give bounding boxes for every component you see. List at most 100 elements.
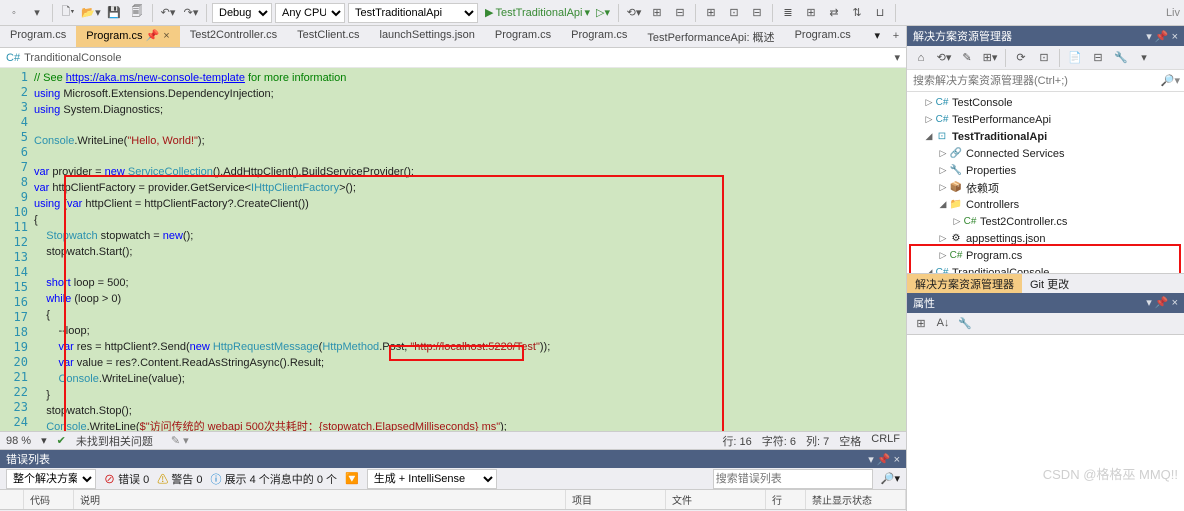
az-icon[interactable]: A↓ — [933, 313, 953, 333]
tab-program0[interactable]: Program.cs — [0, 26, 76, 47]
document-tabs: Program.cs Program.cs 📌× Test2Controller… — [0, 26, 906, 48]
wrench-icon[interactable]: 🔧 — [1111, 48, 1131, 68]
save-icon[interactable]: 💾 — [104, 3, 124, 23]
tb-ic4[interactable]: ⊞ — [701, 3, 721, 23]
tab-program5[interactable]: Program.cs — [561, 26, 637, 47]
sol-toolbar: ⌂ ⟲▾ ✎ ⊞▾ ⟳ ⊡ 📄 ⊟ 🔧 ▾ — [907, 46, 1184, 70]
tn-connected[interactable]: ▷🔗Connected Services — [907, 145, 1184, 162]
crumb-project[interactable]: TranditionalConsole — [24, 52, 121, 64]
tb-ic8[interactable]: ⊞ — [801, 3, 821, 23]
tb-ic5[interactable]: ⊡ — [724, 3, 744, 23]
tab-testclient[interactable]: TestClient.cs — [287, 26, 369, 47]
tn-properties[interactable]: ▷🔧Properties — [907, 162, 1184, 179]
tb-ic1[interactable]: ⟲▾ — [624, 3, 644, 23]
warn-count[interactable]: ⚠ 警告 0 — [157, 471, 202, 487]
code-body[interactable]: // See https://aka.ms/new-console-templa… — [34, 68, 906, 431]
err-search-input[interactable] — [713, 469, 873, 489]
sol-ic5[interactable]: ⊡ — [1034, 48, 1054, 68]
undo-icon[interactable]: ↶▾ — [158, 3, 178, 23]
sol-ic2[interactable]: ✎ — [957, 48, 977, 68]
start-button[interactable]: ▶ TestTraditionalApi ▾ — [485, 6, 590, 19]
tab-perf[interactable]: TestPerformanceApi: 概述 — [637, 26, 784, 47]
live-share[interactable]: Liv — [1166, 7, 1180, 19]
startup-select[interactable]: TestTraditionalApi — [348, 3, 478, 23]
tn-appsett[interactable]: ▷⚙appsettings.json — [907, 230, 1184, 247]
editor-status: 98 % ▾ ✔ 未找到相关问题 ✎ ▾ 行: 16 字符: 6 列: 7 空格… — [0, 431, 906, 449]
sol-ic6[interactable]: 📄 — [1065, 48, 1085, 68]
tn-test2[interactable]: ▷C#Test2Controller.cs — [907, 213, 1184, 230]
pin-icon[interactable]: ▾ 📌 × — [1146, 296, 1178, 309]
tab-program4[interactable]: Program.cs — [485, 26, 561, 47]
search-dd-icon[interactable]: 🔎▾ — [881, 472, 900, 485]
issues-text: 未找到相关问题 — [76, 433, 153, 449]
status-line: 行: 16 — [722, 433, 751, 449]
tb-ic9[interactable]: ⇄ — [824, 3, 844, 23]
error-list-header: 错误列表 ▾ 📌 × — [0, 450, 906, 468]
tb-ic10[interactable]: ⇅ — [847, 3, 867, 23]
status-space: 空格 — [839, 433, 861, 449]
pin-icon[interactable]: ▾ 📌 × — [1146, 30, 1178, 43]
tn-deps[interactable]: ▷📦依赖项 — [907, 179, 1184, 196]
tb-ic6[interactable]: ⊟ — [747, 3, 767, 23]
sol-ic1[interactable]: ⟲▾ — [934, 48, 954, 68]
tab-program7[interactable]: Program.cs — [785, 26, 861, 47]
status-col: 列: 7 — [806, 433, 829, 449]
sol-ic3[interactable]: ⊞▾ — [980, 48, 1000, 68]
tn-testconsole[interactable]: ▷C#TestConsole — [907, 94, 1184, 111]
platform-select[interactable]: Any CPU — [275, 3, 345, 23]
props-header: 属性 ▾ 📌 × — [907, 293, 1184, 313]
nav-fwd-icon[interactable]: ▾ — [27, 3, 47, 23]
tn-trand[interactable]: ◢C#TranditionalConsole — [907, 264, 1184, 273]
err-scope-select[interactable]: 整个解决方案 — [6, 469, 96, 489]
tn-prog1[interactable]: ▷C#Program.cs — [907, 247, 1184, 264]
sol-header: 解决方案资源管理器 ▾ 📌 × — [907, 26, 1184, 46]
tb-ic2[interactable]: ⊞ — [647, 3, 667, 23]
tn-testperf[interactable]: ▷C#TestPerformanceApi — [907, 111, 1184, 128]
cat-icon[interactable]: ⊞ — [911, 313, 931, 333]
tb-ic7[interactable]: ≣ — [778, 3, 798, 23]
tab-test2ctrl[interactable]: Test2Controller.cs — [180, 26, 287, 47]
tn-testtrad[interactable]: ◢⊡TestTraditionalApi — [907, 128, 1184, 145]
crumb-dd[interactable]: ▾ — [894, 51, 900, 64]
sol-tab-git[interactable]: Git 更改 — [1022, 274, 1077, 293]
error-list-panel: 错误列表 ▾ 📌 × 整个解决方案 ⊘ 错误 0 ⚠ 警告 0 ⓘ 展示 4 个… — [0, 449, 906, 511]
line-gutter: 1234567891011121314151617181920212223242… — [0, 68, 34, 431]
close-icon[interactable]: × — [163, 30, 169, 42]
pin-icon[interactable]: ▾ 📌 × — [868, 453, 900, 466]
wrench-icon[interactable]: 🔧 — [955, 313, 975, 333]
start-no-debug-icon[interactable]: ▷▾ — [593, 3, 613, 23]
tab-overflow-icon[interactable]: ▾ — [868, 26, 886, 47]
tb-ic11[interactable]: ⊔ — [870, 3, 890, 23]
code-editor[interactable]: 1234567891011121314151617181920212223242… — [0, 68, 906, 431]
props-toolbar: ⊞ A↓ 🔧 — [907, 313, 1184, 335]
open-icon[interactable]: 📂▾ — [81, 3, 101, 23]
config-select[interactable]: Debug — [212, 3, 272, 23]
tab-program1[interactable]: Program.cs 📌× — [76, 26, 179, 47]
err-col-headers: 代码 说明 项目 文件 行 禁止显示状态 — [0, 490, 906, 510]
new-icon[interactable]: 🗋▾ — [58, 3, 78, 23]
redo-icon[interactable]: ↷▾ — [181, 3, 201, 23]
sol-bottom-tabs: 解决方案资源管理器 Git 更改 — [907, 273, 1184, 293]
tb-ic3[interactable]: ⊟ — [670, 3, 690, 23]
save-all-icon[interactable]: 🗐 — [127, 3, 147, 23]
msg-count[interactable]: ⓘ 展示 4 个消息中的 0 个 — [211, 471, 338, 487]
tab-add-icon[interactable]: + — [886, 26, 906, 46]
zoom-level[interactable]: 98 % — [6, 435, 31, 447]
sol-ic7[interactable]: ⊟ — [1088, 48, 1108, 68]
pin-icon[interactable]: 📌 — [146, 30, 160, 42]
home-icon[interactable]: ⌂ — [911, 48, 931, 68]
search-dd-icon[interactable]: 🔎▾ — [1157, 74, 1184, 87]
sol-ic8[interactable]: ▾ — [1134, 48, 1154, 68]
nav-back-icon[interactable]: ◦ — [4, 3, 24, 23]
sol-ic4[interactable]: ⟳ — [1011, 48, 1031, 68]
err-count[interactable]: ⊘ 错误 0 — [104, 471, 149, 487]
err-source-select[interactable]: 生成 + IntelliSense — [367, 469, 497, 489]
tn-ctrls[interactable]: ◢📁Controllers — [907, 196, 1184, 213]
start-label: TestTraditionalApi — [495, 7, 582, 19]
tab-launch[interactable]: launchSettings.json — [370, 26, 485, 47]
status-crlf: CRLF — [871, 433, 900, 449]
filter-icon[interactable]: 🔽 — [345, 472, 359, 485]
sol-tab-sol[interactable]: 解决方案资源管理器 — [907, 274, 1022, 293]
breadcrumb: C# TranditionalConsole ▾ — [0, 48, 906, 68]
sol-search-input[interactable] — [907, 73, 1157, 89]
